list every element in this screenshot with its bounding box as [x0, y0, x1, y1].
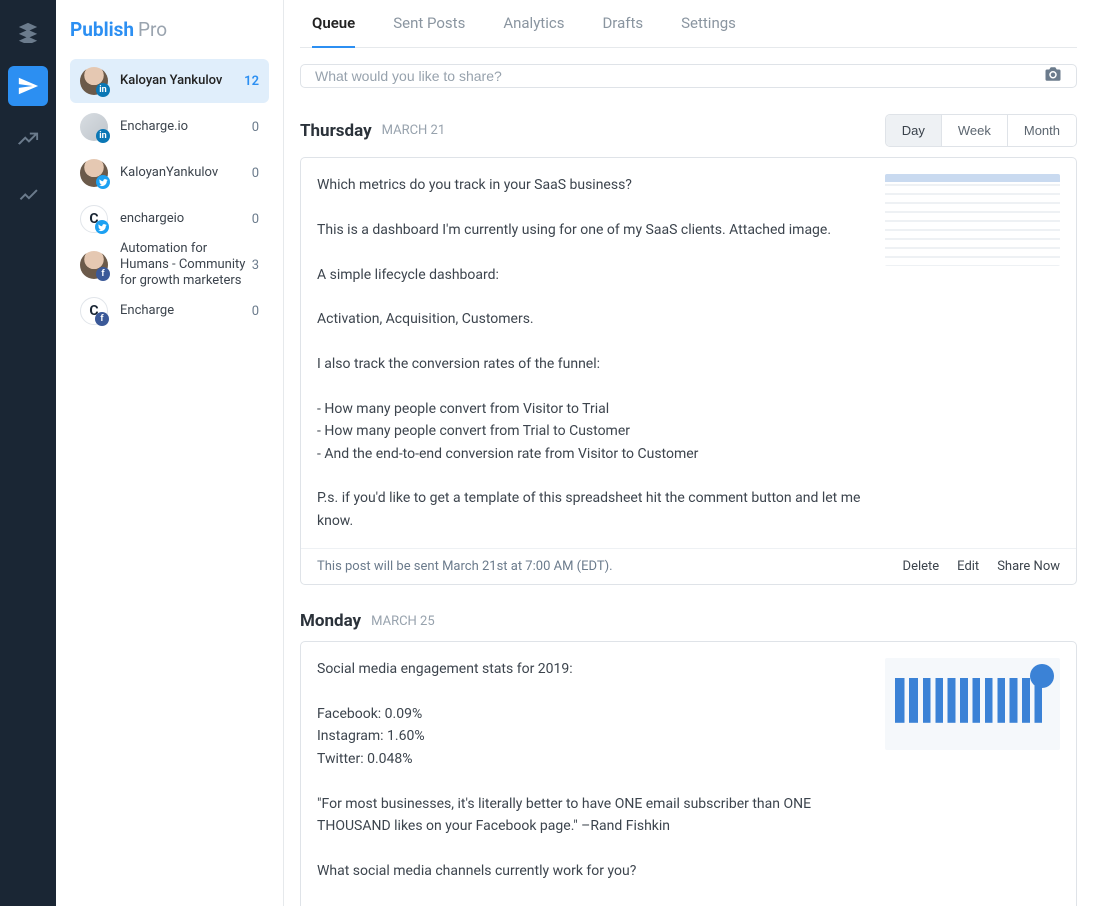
view-week-button[interactable]: Week — [941, 115, 1007, 146]
camera-icon[interactable] — [1044, 65, 1062, 87]
tab-queue[interactable]: Queue — [312, 14, 355, 48]
account-name: KaloyanYankulov — [120, 165, 252, 181]
account-name: Encharge.io — [120, 119, 252, 135]
account-name: Automation for Humans - Community for gr… — [120, 241, 252, 290]
tw-badge-icon — [95, 220, 109, 234]
view-month-button[interactable]: Month — [1007, 115, 1076, 146]
account-count: 0 — [252, 304, 259, 319]
in-badge-icon: in — [96, 83, 110, 97]
account-avatar: C — [80, 205, 108, 233]
account-name: Kaloyan Yankulov — [120, 73, 244, 89]
fb-badge-icon: f — [95, 312, 109, 326]
brand-publish: Publish — [70, 18, 134, 41]
composer-input[interactable] — [315, 68, 1044, 84]
day-date: MARCH 25 — [371, 614, 435, 629]
edit-button[interactable]: Edit — [957, 559, 979, 574]
queued-post[interactable]: Social media engagement stats for 2019: … — [300, 641, 1077, 906]
share-now-button[interactable]: Share Now — [997, 559, 1060, 574]
tab-sent-posts[interactable]: Sent Posts — [393, 14, 465, 48]
day-header: Thursday MARCH 21 DayWeekMonth — [300, 114, 1077, 147]
fb-badge-icon: f — [96, 267, 110, 281]
reply-nav-icon[interactable] — [8, 120, 48, 160]
account-avatar: in — [80, 67, 108, 95]
account-avatar: f — [80, 251, 108, 279]
tab-settings[interactable]: Settings — [681, 14, 736, 48]
tw-badge-icon — [96, 175, 110, 189]
accounts-sidebar: Publish Pro in Kaloyan Yankulov12 in Enchar… — [56, 0, 284, 906]
post-text: Which metrics do you track in your SaaS … — [317, 174, 867, 532]
sidebar-account[interactable]: Cenchargeio0 — [70, 197, 269, 241]
brand: Publish Pro — [56, 0, 283, 55]
account-count: 3 — [252, 258, 259, 273]
day-header: Monday MARCH 25 — [300, 611, 1077, 631]
view-toggle: DayWeekMonth — [885, 114, 1077, 147]
account-name: Encharge — [120, 303, 252, 319]
account-count: 0 — [252, 166, 259, 181]
post-thumbnail[interactable] — [885, 174, 1060, 266]
account-avatar — [80, 159, 108, 187]
account-avatar: in — [80, 113, 108, 141]
tab-analytics[interactable]: Analytics — [503, 14, 564, 48]
account-avatar: Cf — [80, 297, 108, 325]
sidebar-account[interactable]: KaloyanYankulov0 — [70, 151, 269, 195]
account-count: 0 — [252, 120, 259, 135]
sidebar-account[interactable]: f Automation for Humans - Community for g… — [70, 243, 269, 287]
account-list: inKaloyan Yankulov12inEncharge.io0Kaloya… — [56, 55, 283, 335]
post-text: Social media engagement stats for 2019: … — [317, 658, 867, 906]
buffer-logo-icon[interactable] — [8, 12, 48, 52]
sidebar-account[interactable]: in Kaloyan Yankulov12 — [70, 59, 269, 103]
account-name: enchargeio — [120, 211, 252, 227]
day-date: MARCH 21 — [382, 123, 446, 138]
sidebar-account[interactable]: in Encharge.io0 — [70, 105, 269, 149]
account-count: 12 — [244, 74, 259, 89]
sidebar-account[interactable]: Cf Encharge0 — [70, 289, 269, 333]
view-day-button[interactable]: Day — [886, 115, 941, 146]
queued-post[interactable]: Which metrics do you track in your SaaS … — [300, 157, 1077, 585]
publish-nav-icon[interactable] — [8, 66, 48, 106]
post-schedule-text: This post will be sent March 21st at 7:0… — [317, 559, 885, 574]
composer[interactable] — [300, 64, 1077, 88]
delete-button[interactable]: Delete — [903, 559, 940, 574]
day-of-week: Monday — [300, 611, 361, 631]
day-of-week: Thursday — [300, 121, 372, 141]
post-footer: This post will be sent March 21st at 7:0… — [301, 548, 1076, 584]
post-thumbnail[interactable] — [885, 658, 1060, 750]
account-count: 0 — [252, 212, 259, 227]
tabs: Queue Sent Posts Analytics Drafts Settings — [300, 0, 1077, 48]
tab-drafts[interactable]: Drafts — [602, 14, 643, 48]
app-rail — [0, 0, 56, 906]
main-panel: Queue Sent Posts Analytics Drafts Settings T… — [284, 0, 1093, 906]
analyze-nav-icon[interactable] — [8, 174, 48, 214]
in-badge-icon: in — [96, 129, 110, 143]
brand-pro: Pro — [138, 18, 167, 41]
